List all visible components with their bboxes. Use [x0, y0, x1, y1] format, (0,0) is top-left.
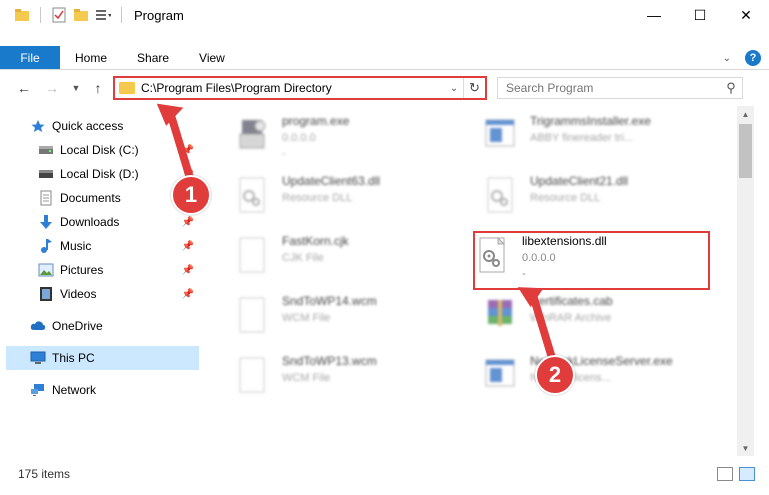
view-toggle — [717, 467, 755, 481]
details-view-icon[interactable] — [717, 467, 733, 481]
status-bar: 175 items — [0, 462, 769, 486]
callout-arrows — [156, 103, 556, 362]
arrow-one — [156, 103, 194, 182]
item-count: 175 items — [18, 467, 71, 481]
arrow-two — [517, 287, 556, 362]
callout-badge-1: 1 — [171, 175, 211, 215]
tiles-view-icon[interactable] — [739, 467, 755, 481]
callout-badge-2: 2 — [535, 355, 575, 395]
